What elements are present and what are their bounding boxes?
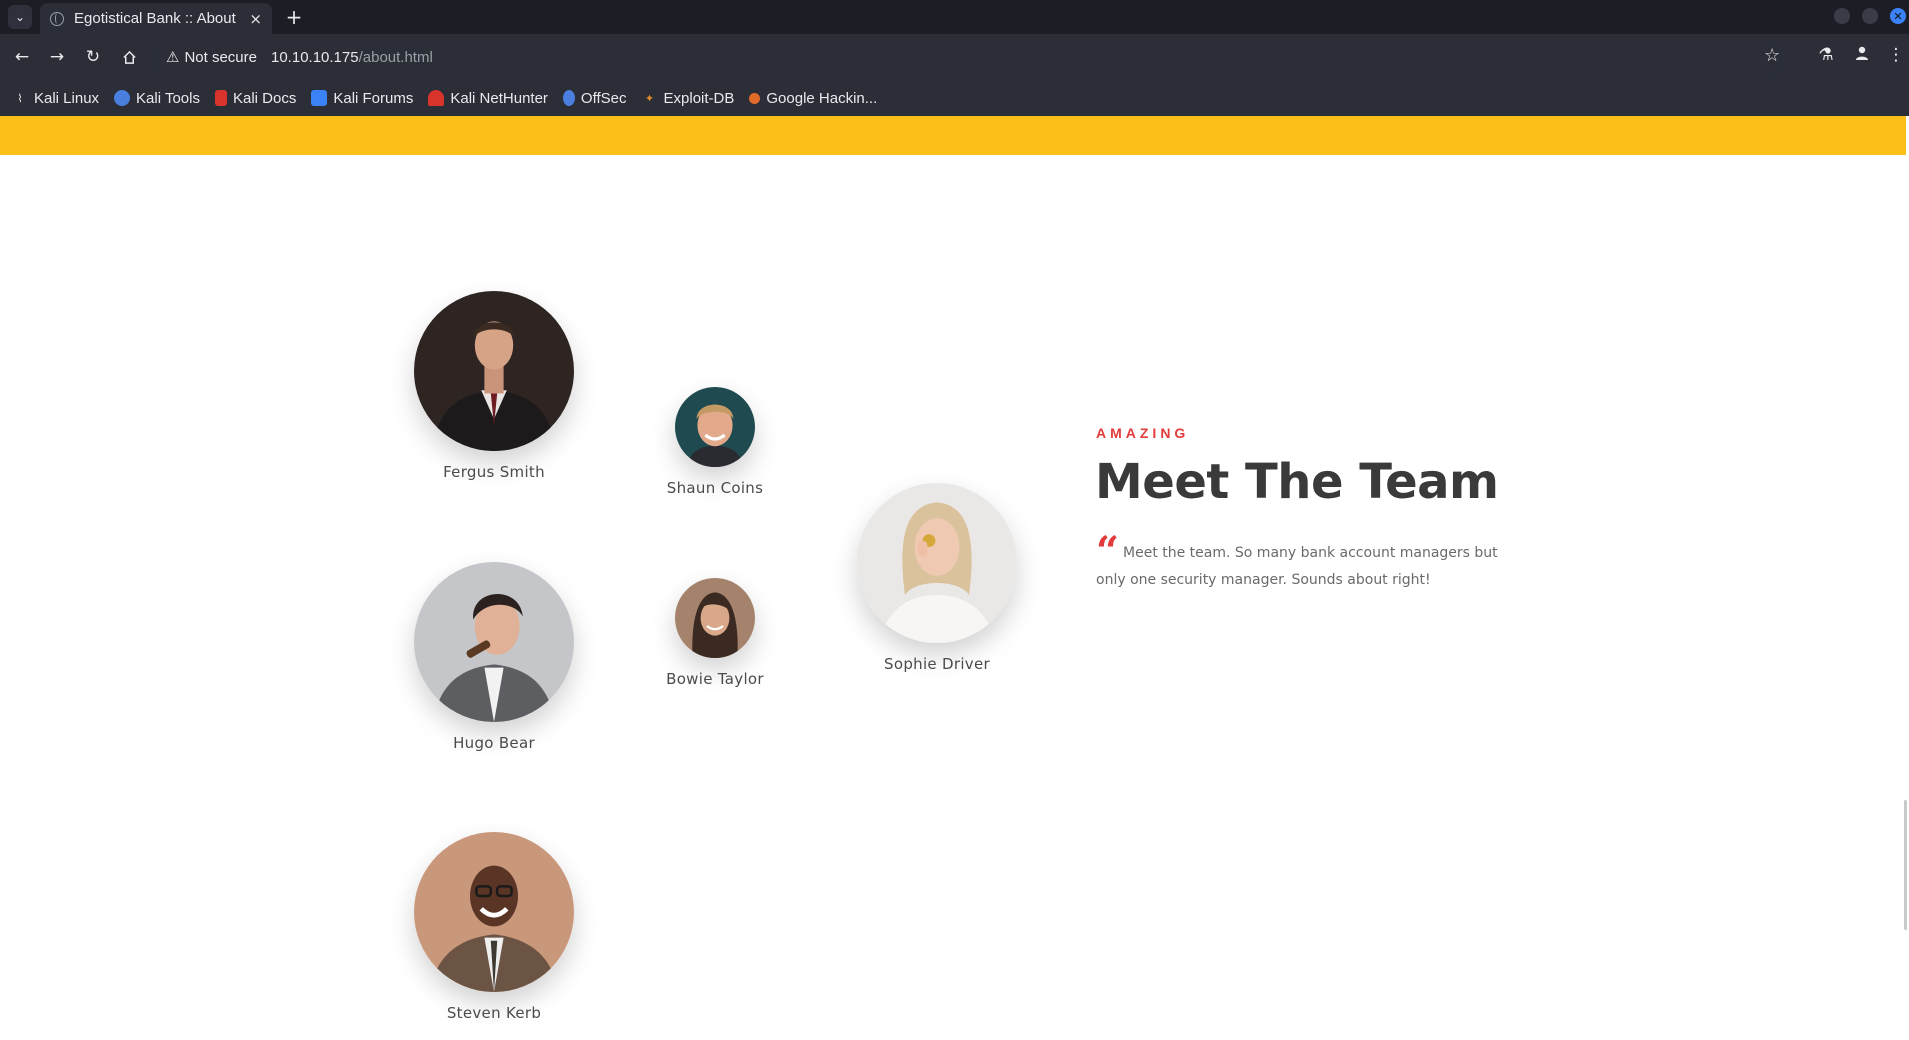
bookmark-label: Google Hackin... (766, 89, 878, 107)
bookmark-kali-forums[interactable]: Kali Forums (311, 90, 413, 107)
team-member-bowie-taylor: Bowie Taylor (655, 578, 775, 688)
reload-icon[interactable]: ↻ (81, 45, 105, 69)
back-arrow-icon[interactable]: ← (10, 45, 34, 69)
team-member-fergus-smith: Fergus Smith (414, 291, 574, 481)
kali-nethunter-icon (428, 90, 445, 106)
avatar (414, 291, 574, 451)
member-name: Sophie Driver (884, 655, 990, 673)
active-tab[interactable]: Egotistical Bank :: About × (40, 3, 272, 34)
bookmarks-bar: ⌇ Kali Linux Kali Tools Kali Docs Kali F… (0, 80, 1909, 116)
bookmark-label: Exploit-DB (663, 89, 735, 107)
bookmark-label: Kali NetHunter (450, 89, 548, 107)
section-eyebrow: AMAZING (1096, 425, 1190, 441)
bookmark-label: Kali Docs (232, 89, 297, 107)
team-member-shaun-coins: Shaun Coins (655, 387, 775, 497)
member-name: Shaun Coins (666, 479, 764, 497)
url-host[interactable]: 10.10.10.175 (271, 49, 359, 66)
profile-icon[interactable] (1851, 45, 1873, 66)
member-name: Hugo Bear (453, 734, 535, 752)
forward-arrow-icon[interactable]: → (45, 45, 69, 69)
warning-icon[interactable]: ⚠ (166, 48, 179, 66)
bookmark-label: OffSec (580, 89, 627, 107)
team-quote: “Meet the team. So many bank account man… (1096, 532, 1516, 594)
kali-tools-icon (114, 90, 131, 106)
address-bar[interactable]: ⚠ Not secure 10.10.10.175/about.html (154, 41, 1784, 73)
new-tab-button[interactable]: + (282, 5, 306, 29)
offsec-icon (562, 90, 575, 106)
member-name: Bowie Taylor (666, 670, 764, 688)
team-member-hugo-bear: Hugo Bear (414, 562, 574, 752)
google-hacking-icon (749, 92, 761, 104)
page-scrollbar[interactable] (1904, 800, 1907, 930)
globe-icon (50, 11, 64, 26)
exploit-db-icon: ✦ (644, 92, 655, 105)
avatar (414, 832, 574, 992)
avatar (675, 387, 755, 467)
labs-flask-icon[interactable]: ⚗ (1815, 45, 1837, 65)
bookmark-google-hacking[interactable]: Google Hackin... (749, 90, 877, 107)
kali-forums-icon (311, 90, 328, 106)
home-icon[interactable] (117, 45, 141, 69)
bookmark-label: Kali Linux (34, 89, 100, 107)
close-tab-icon[interactable]: × (249, 10, 262, 28)
tab-title: Egotistical Bank :: About (74, 10, 236, 27)
kebab-menu-icon[interactable]: ⋮ (1885, 45, 1907, 65)
kali-linux-icon: ⌇ (17, 92, 23, 105)
bookmark-star-icon[interactable]: ☆ (1764, 45, 1780, 66)
quote-text: Meet the team. So many bank account mana… (1096, 545, 1498, 588)
page-title: Meet The Team (1095, 454, 1499, 510)
maximize-button[interactable] (1862, 8, 1878, 24)
member-name: Fergus Smith (443, 463, 545, 481)
bookmark-label: Kali Tools (136, 89, 200, 107)
bookmark-label: Kali Forums (333, 89, 414, 107)
tab-strip: ⌄ Egotistical Bank :: About × + ✕ (0, 0, 1909, 34)
bookmark-kali-tools[interactable]: Kali Tools (114, 90, 200, 107)
bookmark-kali-nethunter[interactable]: Kali NetHunter (428, 90, 548, 107)
header-accent-bar (0, 116, 1906, 155)
tab-search-button[interactable]: ⌄ (8, 5, 32, 29)
bookmark-exploit-db[interactable]: ✦ Exploit-DB (642, 89, 735, 107)
bookmark-kali-linux[interactable]: ⌇ Kali Linux (12, 90, 99, 107)
avatar (857, 483, 1017, 643)
close-window-button[interactable]: ✕ (1890, 8, 1906, 24)
avatar (414, 562, 574, 722)
quote-icon: “ (1096, 528, 1120, 575)
url-path[interactable]: /about.html (359, 49, 433, 66)
member-name: Steven Kerb (446, 1004, 542, 1022)
not-secure-label[interactable]: Not secure (184, 49, 257, 66)
avatar (675, 578, 755, 658)
browser-toolbar: ← → ↻ ⚠ Not secure 10.10.10.175/about.ht… (0, 34, 1909, 80)
bookmark-kali-docs[interactable]: Kali Docs (214, 89, 297, 107)
team-member-sophie-driver: Sophie Driver (857, 483, 1017, 673)
kali-docs-icon (214, 90, 227, 106)
bookmark-offsec[interactable]: OffSec (562, 89, 627, 107)
minimize-button[interactable] (1834, 8, 1850, 24)
team-member-steven-kerb: Steven Kerb (414, 832, 574, 1022)
